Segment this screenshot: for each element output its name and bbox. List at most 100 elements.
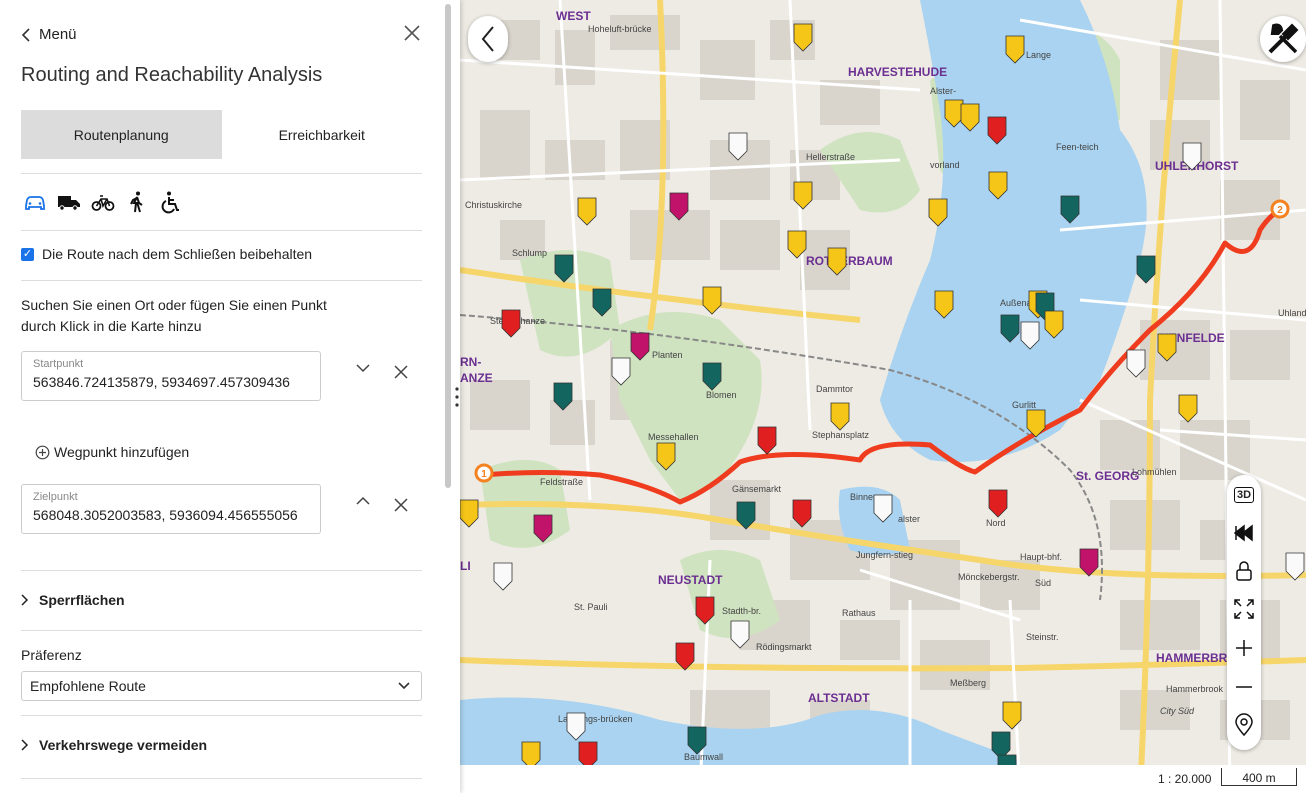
street-label: Hellerstraße <box>806 152 855 162</box>
street-label: Uhland <box>1278 308 1306 318</box>
back-label: Menü <box>39 26 77 43</box>
tab-routenplanung[interactable]: Routenplanung <box>21 110 222 159</box>
divider <box>21 778 422 779</box>
add-waypoint-button[interactable]: Wegpunkt hinzufügen <box>35 444 189 460</box>
street-label: Feldstraße <box>540 477 583 487</box>
collapse-panel-button[interactable] <box>468 16 508 62</box>
district-label: St. GEORG <box>1076 469 1139 483</box>
end-point-value[interactable]: 568048.3052003583, 5936094.456555056 <box>33 507 309 523</box>
hint-line: durch Klick in die Karte hinzu <box>21 318 202 334</box>
street-label: Haupt-bhf. <box>1020 552 1062 562</box>
zoom-in-icon[interactable] <box>1232 636 1256 660</box>
divider <box>21 173 422 174</box>
lock-icon[interactable] <box>1232 559 1256 583</box>
street-label: Rathaus <box>842 608 876 618</box>
start-point-field[interactable]: Startpunkt 563846.724135879, 5934697.457… <box>21 351 321 401</box>
search-hint: Suchen Sie einen Ort oder fügen Sie eine… <box>21 295 341 337</box>
street-label: St. Pauli <box>574 602 608 612</box>
street-label: City Süd <box>1160 706 1195 716</box>
travel-mode-selector <box>23 190 183 214</box>
district-label: ANZE <box>460 371 493 385</box>
truck-icon[interactable] <box>57 190 81 214</box>
scale-ratio: 1 : 20.000 <box>1158 772 1212 786</box>
street-label: Dammtor <box>816 384 853 394</box>
tab-bar: Routenplanung Erreichbarkeit <box>21 110 422 159</box>
start-point-value[interactable]: 563846.724135879, 5934697.457309436 <box>33 374 309 390</box>
chevron-down-icon[interactable] <box>353 358 373 378</box>
bicycle-icon[interactable] <box>91 190 115 214</box>
district-label: RN- <box>460 355 481 369</box>
clear-start-icon[interactable] <box>391 362 411 382</box>
divider <box>21 630 422 631</box>
street-label: Alster- <box>930 86 956 96</box>
location-pin-icon[interactable] <box>1232 713 1256 737</box>
wheelchair-icon[interactable] <box>159 190 183 214</box>
tools-button[interactable] <box>1260 16 1306 62</box>
skip-back-icon[interactable] <box>1232 521 1256 545</box>
avoid-roads-label: Verkehrswege vermeiden <box>39 737 208 753</box>
street-label: Meßberg <box>950 678 986 688</box>
divider <box>21 280 422 281</box>
map-canvas[interactable]: 1 2 WEST HARVESTEHUDE UHLENHORST ROTHERB… <box>460 0 1306 793</box>
plus-circle-icon <box>35 445 50 459</box>
clear-end-icon[interactable] <box>391 495 411 515</box>
district-label: ALTSTADT <box>808 691 870 705</box>
fullscreen-icon[interactable] <box>1232 597 1256 621</box>
street-label: Nord <box>986 518 1006 528</box>
scale-bar: 400 m <box>1221 768 1297 786</box>
street-label: Lange <box>1026 50 1051 60</box>
street-label: Feen-teich <box>1056 142 1099 152</box>
checkbox-checked-icon[interactable]: ✓ <box>21 247 34 261</box>
route-start-marker[interactable]: 1 <box>474 463 494 483</box>
street-label: Christuskirche <box>465 200 522 210</box>
chevron-left-icon <box>21 27 30 42</box>
street-label: Blomen <box>706 390 737 400</box>
end-point-label: Zielpunkt <box>33 491 78 503</box>
panel-scrollbar[interactable] <box>445 4 451 488</box>
tab-erreichbarkeit[interactable]: Erreichbarkeit <box>222 110 423 159</box>
district-label: ROTHERBAUM <box>806 254 893 268</box>
street-label: Stephansplatz <box>812 430 870 440</box>
hint-line: Suchen Sie einen Ort oder fügen Sie eine… <box>21 297 327 313</box>
sperrflaechen-label: Sperrflächen <box>39 592 125 608</box>
tools-icon <box>1268 23 1299 54</box>
keep-route-label: Die Route nach dem Schließen beibehalten <box>42 246 313 262</box>
preference-value: Empfohlene Route <box>30 678 146 694</box>
street-label: Baumwall <box>684 752 723 762</box>
zoom-out-icon[interactable] <box>1232 675 1256 699</box>
chevron-down-icon <box>398 682 410 690</box>
route-end-marker[interactable]: 2 <box>1270 199 1290 219</box>
keep-route-checkbox[interactable]: ✓ Die Route nach dem Schließen beibehalt… <box>21 246 312 262</box>
divider <box>21 230 422 231</box>
district-label: HARVESTEHUDE <box>848 65 947 79</box>
street-label: Hoheluft-brücke <box>588 24 652 34</box>
map-controls: 3D <box>1227 475 1261 750</box>
chevron-right-icon <box>21 739 29 751</box>
chevron-up-icon[interactable] <box>353 491 373 511</box>
start-point-label: Startpunkt <box>33 358 84 370</box>
avoid-roads-expander[interactable]: Verkehrswege vermeiden <box>21 737 207 753</box>
car-icon[interactable] <box>23 190 47 214</box>
resize-handle-icon[interactable] <box>454 385 460 409</box>
chevron-left-icon <box>481 26 494 52</box>
street-label: Süd <box>1035 578 1051 588</box>
add-waypoint-label: Wegpunkt hinzufügen <box>54 444 190 460</box>
street-label: vorland <box>930 160 960 170</box>
street-label: Schlump <box>512 248 547 258</box>
chevron-right-icon <box>21 594 29 606</box>
street-label: Messehallen <box>648 432 699 442</box>
sperrflaechen-expander[interactable]: Sperrflächen <box>21 592 125 608</box>
street-label: alster <box>898 514 920 524</box>
preference-select[interactable]: Empfohlene Route <box>21 671 422 701</box>
close-icon[interactable] <box>401 22 423 44</box>
3d-label: 3D <box>1233 487 1255 503</box>
pedestrian-icon[interactable] <box>125 190 149 214</box>
divider <box>21 570 422 571</box>
back-to-menu-button[interactable]: Menü <box>21 26 77 43</box>
end-point-field[interactable]: Zielpunkt 568048.3052003583, 5936094.456… <box>21 484 321 534</box>
street-label: Gänsemarkt <box>732 484 782 494</box>
3d-button[interactable]: 3D <box>1232 483 1256 507</box>
map-svg[interactable]: 1 2 WEST HARVESTEHUDE UHLENHORST ROTHERB… <box>460 0 1306 793</box>
route-start-label: 1 <box>481 469 487 480</box>
routing-panel: Menü Routing and Reachability Analysis R… <box>0 0 460 793</box>
